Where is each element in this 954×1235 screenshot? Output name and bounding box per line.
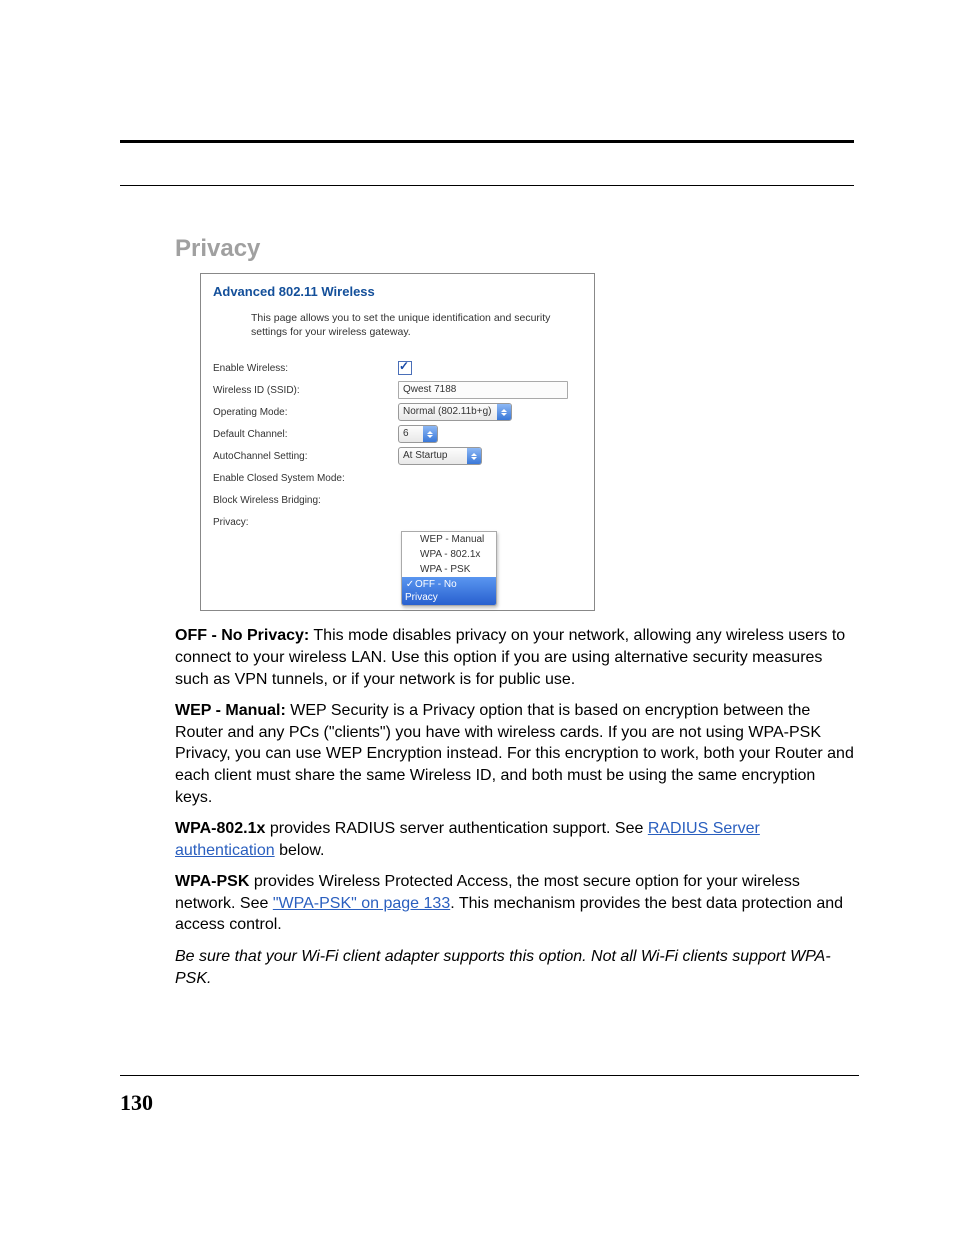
input-ssid[interactable]: Qwest 7188 xyxy=(398,381,568,399)
header-rule-thick xyxy=(120,140,854,143)
row-privacy: Privacy: xyxy=(201,511,594,533)
label-enable-wireless: Enable Wireless: xyxy=(213,363,398,374)
header-rule-thin xyxy=(120,185,854,186)
para-wpa1x: WPA-802.1x provides RADIUS server authen… xyxy=(175,818,855,861)
heading-wpa1x: WPA-802.1x xyxy=(175,820,265,837)
panel-description: This page allows you to set the unique i… xyxy=(201,305,593,357)
chevron-updown-icon xyxy=(497,404,511,420)
text-wpa1x-pre: provides RADIUS server authentication su… xyxy=(265,820,647,837)
chevron-updown-icon xyxy=(467,448,481,464)
label-privacy: Privacy: xyxy=(213,517,398,528)
checkbox-enable-wireless[interactable] xyxy=(398,361,412,375)
chevron-updown-icon xyxy=(423,426,437,442)
privacy-option[interactable]: WPA - PSK xyxy=(402,562,496,577)
label-channel: Default Channel: xyxy=(213,429,398,440)
privacy-option-selected[interactable]: ✓OFF - No Privacy xyxy=(402,577,496,605)
select-autochannel-value: At Startup xyxy=(399,448,467,464)
label-op-mode: Operating Mode: xyxy=(213,407,398,418)
page-content: Privacy Advanced 802.11 Wireless This pa… xyxy=(175,235,855,999)
text-wpa1x-post: below. xyxy=(275,842,325,859)
select-op-mode[interactable]: Normal (802.11b+g) xyxy=(398,403,512,421)
check-icon: ✓ xyxy=(405,578,415,591)
privacy-dropdown-open[interactable]: WEP - Manual WPA - 802.1x WPA - PSK ✓OFF… xyxy=(401,531,497,606)
row-block-bridging: Block Wireless Bridging: xyxy=(201,489,594,511)
label-closed-system: Enable Closed System Mode: xyxy=(213,473,398,484)
heading-wpapsk: WPA-PSK xyxy=(175,873,249,890)
para-wep: WEP - Manual: WEP Security is a Privacy … xyxy=(175,700,855,808)
footer-rule xyxy=(120,1075,859,1076)
select-channel[interactable]: 6 xyxy=(398,425,438,443)
privacy-option[interactable]: WPA - 802.1x xyxy=(402,547,496,562)
para-off: OFF - No Privacy: This mode disables pri… xyxy=(175,625,855,690)
heading-wep: WEP - Manual: xyxy=(175,702,286,719)
row-autochannel: AutoChannel Setting: At Startup xyxy=(201,445,594,467)
row-closed-system: Enable Closed System Mode: xyxy=(201,467,594,489)
row-channel: Default Channel: 6 xyxy=(201,423,594,445)
panel-title: Advanced 802.11 Wireless xyxy=(201,274,594,305)
select-autochannel[interactable]: At Startup xyxy=(398,447,482,465)
section-title: Privacy xyxy=(175,235,855,263)
select-channel-value: 6 xyxy=(399,426,423,442)
row-enable-wireless: Enable Wireless: xyxy=(201,357,594,379)
select-op-mode-value: Normal (802.11b+g) xyxy=(399,404,497,420)
label-block-bridging: Block Wireless Bridging: xyxy=(213,495,398,506)
label-autochannel: AutoChannel Setting: xyxy=(213,451,398,462)
body-text: OFF - No Privacy: This mode disables pri… xyxy=(175,625,855,989)
page-number: 130 xyxy=(120,1090,153,1116)
label-ssid: Wireless ID (SSID): xyxy=(213,385,398,396)
row-op-mode: Operating Mode: Normal (802.11b+g) xyxy=(201,401,594,423)
para-wpapsk: WPA-PSK provides Wireless Protected Acce… xyxy=(175,871,855,936)
privacy-option[interactable]: WEP - Manual xyxy=(402,532,496,547)
embedded-screenshot: Advanced 802.11 Wireless This page allow… xyxy=(200,273,595,611)
link-wpa-psk-page[interactable]: "WPA-PSK" on page 133 xyxy=(273,895,450,912)
heading-off: OFF - No Privacy: xyxy=(175,627,309,644)
row-ssid: Wireless ID (SSID): Qwest 7188 xyxy=(201,379,594,401)
para-note: Be sure that your Wi-Fi client adapter s… xyxy=(175,946,855,989)
